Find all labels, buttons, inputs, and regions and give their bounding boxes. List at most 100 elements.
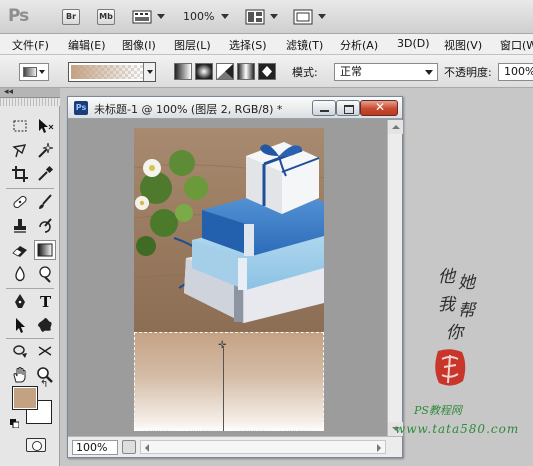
gradient-drag-line (223, 346, 224, 431)
eyedropper-tool[interactable] (34, 164, 56, 184)
blur-tool[interactable] (9, 264, 31, 284)
gradient-tool[interactable] (34, 240, 56, 260)
blend-mode-select[interactable]: 正常 (334, 63, 438, 81)
mini-bridge-button[interactable]: Mb (97, 9, 115, 25)
watermark-url: www.tata580.com (395, 422, 520, 436)
photoshop-logo: Ps (8, 6, 29, 26)
watermark-calligraphy: 我 (438, 295, 455, 315)
reflected-gradient-button[interactable] (237, 63, 255, 80)
status-info-icon[interactable] (122, 440, 136, 454)
gradient-preview[interactable] (71, 65, 143, 79)
menu-3d[interactable]: 3D(D) (397, 37, 430, 50)
blend-mode-value: 正常 (340, 65, 362, 78)
toolbox-divider (6, 288, 54, 289)
collapse-icon[interactable]: ◂◂ (4, 87, 13, 98)
svg-text:T: T (40, 293, 52, 310)
document-window: Ps 未标题-1 @ 100% (图层 2, RGB/8) * ✕ ✛ 100% (67, 96, 403, 458)
gift-boxes-photo (134, 128, 324, 332)
watermark-site-name: PS教程网 (414, 404, 462, 417)
document-canvas[interactable]: ✛ (134, 128, 324, 431)
menu-file[interactable]: 文件(F) (12, 37, 49, 53)
horizontal-scrollbar[interactable] (140, 440, 386, 454)
menu-layer[interactable]: 图层(L) (174, 37, 211, 53)
options-bar: 模式: 正常 不透明度: 100% (0, 55, 533, 88)
chevron-down-icon[interactable] (221, 14, 229, 19)
lasso-tool[interactable] (9, 140, 31, 160)
path-selection-tool[interactable] (9, 315, 31, 335)
crosshair-cursor-icon: ✛ (218, 340, 227, 351)
gradient-tool-icon (23, 67, 37, 77)
chevron-down-icon (425, 70, 433, 75)
magic-wand-tool[interactable] (34, 140, 56, 160)
menu-image[interactable]: 图像(I) (122, 37, 156, 53)
opacity-label: 不透明度: (444, 66, 492, 79)
application-bar: Ps Br Mb 100% (0, 0, 533, 34)
swap-colors-icon[interactable]: ↰ (40, 379, 48, 390)
watermark-seal (432, 347, 468, 389)
toolbox-divider (6, 188, 54, 189)
foreground-color-swatch[interactable] (12, 386, 38, 410)
pen-tool[interactable] (9, 291, 31, 311)
photoshop-document-icon: Ps (74, 101, 88, 115)
crop-tool[interactable] (9, 164, 31, 184)
menu-window[interactable]: 窗口(W) (500, 37, 533, 53)
arrange-documents-icon[interactable] (245, 9, 265, 28)
minimize-button[interactable] (312, 100, 336, 116)
menu-view[interactable]: 视图(V) (444, 37, 482, 53)
close-button[interactable]: ✕ (360, 100, 398, 116)
vertical-scrollbar[interactable] (387, 120, 403, 436)
opacity-field[interactable]: 100% (498, 63, 533, 81)
dodge-tool[interactable] (34, 264, 56, 284)
close-icon: ✕ (375, 100, 386, 114)
history-brush-tool[interactable] (34, 216, 56, 236)
opacity-value: 100% (504, 65, 533, 78)
spot-healing-brush-tool[interactable] (9, 192, 31, 212)
document-status-bar: 100% (68, 436, 402, 457)
toolbox-grip[interactable] (0, 98, 60, 106)
chevron-down-icon[interactable] (143, 63, 155, 81)
radial-gradient-button[interactable] (195, 63, 213, 80)
maximize-button[interactable] (336, 100, 360, 116)
document-title: 未标题-1 @ 100% (图层 2, RGB/8) * (94, 103, 283, 116)
document-title-bar[interactable]: Ps 未标题-1 @ 100% (图层 2, RGB/8) * ✕ (68, 97, 402, 119)
bridge-button[interactable]: Br (62, 9, 80, 25)
clone-stamp-tool[interactable] (9, 216, 31, 236)
type-tool[interactable]: T (34, 291, 56, 311)
watermark-calligraphy: 她 (458, 273, 475, 293)
screen-mode-icon[interactable] (293, 9, 313, 28)
tool-preset-picker[interactable] (19, 63, 49, 81)
mode-label: 模式: (292, 66, 318, 79)
brush-tool[interactable] (34, 192, 56, 212)
selection-marquee[interactable] (134, 332, 324, 431)
chevron-down-icon[interactable] (318, 14, 326, 19)
canvas-area[interactable]: ✛ (68, 120, 387, 436)
default-colors-icon[interactable] (10, 418, 20, 429)
quick-mask-button[interactable] (26, 438, 46, 452)
chevron-down-icon (39, 70, 45, 74)
menu-filter[interactable]: 滤镜(T) (286, 37, 323, 53)
toolbox-header[interactable]: ◂◂ (0, 87, 60, 98)
rectangular-marquee-tool[interactable] (9, 116, 31, 136)
eraser-tool[interactable] (9, 240, 31, 260)
linear-gradient-button[interactable] (174, 63, 192, 80)
gradient-picker[interactable] (68, 62, 156, 82)
filmstrip-icon[interactable] (132, 9, 152, 28)
custom-shape-tool[interactable] (34, 315, 56, 335)
move-tool[interactable] (34, 116, 56, 136)
menu-select[interactable]: 选择(S) (229, 37, 267, 53)
hand-tool[interactable] (9, 365, 31, 385)
document-zoom-field[interactable]: 100% (72, 440, 118, 455)
menu-edit[interactable]: 编辑(E) (68, 37, 106, 53)
chevron-down-icon[interactable] (157, 14, 165, 19)
app-zoom-level[interactable]: 100% (183, 10, 214, 23)
chevron-down-icon[interactable] (270, 14, 278, 19)
angle-gradient-button[interactable] (216, 63, 234, 80)
toolbox: ◂◂ T ↰ (0, 87, 60, 466)
watermark-calligraphy: 你 (446, 323, 463, 343)
scroll-up-icon[interactable] (388, 120, 403, 134)
diamond-gradient-button[interactable] (258, 63, 276, 80)
menu-analysis[interactable]: 分析(A) (340, 37, 378, 53)
3d-rotate-tool[interactable] (9, 341, 31, 361)
menu-bar: 文件(F) 编辑(E) 图像(I) 图层(L) 选择(S) 滤镜(T) 分析(A… (0, 34, 533, 55)
3d-orbit-tool[interactable] (34, 341, 56, 361)
